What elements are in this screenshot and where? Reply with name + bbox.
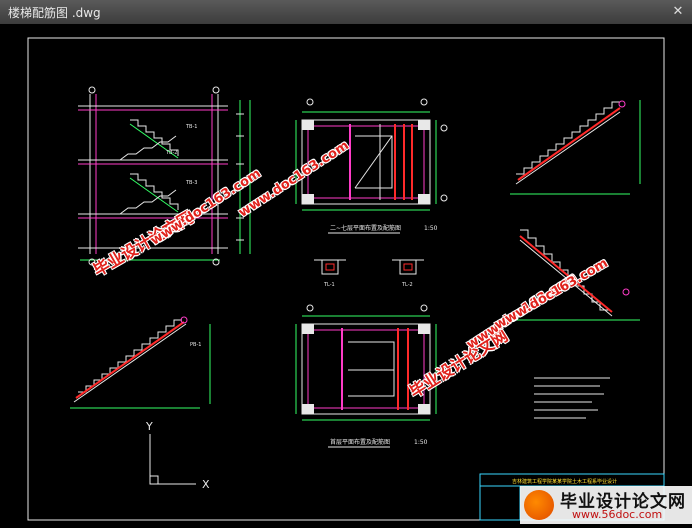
- ground-plan-caption: 首层平面布置及配筋图: [330, 438, 390, 446]
- section-label-tb3: TB-3: [185, 180, 197, 186]
- section-label-tb2: TB-2: [165, 150, 177, 156]
- ucs-x-label: X: [202, 478, 210, 491]
- section-label-tb1: TB-1: [185, 124, 197, 130]
- ucs-icon: [149, 434, 196, 485]
- upper-plan-caption: 二~七层平面布置及配筋图: [330, 224, 401, 232]
- brand-watermark: 毕业设计论文网 www.56doc.com: [520, 486, 692, 524]
- brand-logo-icon: [524, 490, 554, 520]
- stair-flight-detail-upper: [510, 100, 641, 195]
- close-icon[interactable]: ✕: [670, 4, 686, 20]
- stair-flight-detail-long: [70, 316, 211, 409]
- design-notes: [534, 377, 610, 419]
- ground-plan-scale: 1:50: [414, 439, 428, 446]
- ground-floor-plan: [295, 304, 437, 421]
- section-label-tl2: TL-2: [401, 282, 413, 288]
- section-label-tl1: TL-1: [323, 282, 335, 288]
- title-block-text: 吉林建筑工程学院某某学院土木工程系毕业设计: [512, 478, 617, 485]
- title-bar: 楼梯配筋图 .dwg ✕: [0, 0, 692, 25]
- brand-url: www.56doc.com: [572, 508, 663, 521]
- ucs-y-label: Y: [145, 420, 153, 433]
- drawing-canvas[interactable]: TB-1 TB-2 TB-3 二~七层平面布置及配筋图 1:50 TL-1 TL…: [0, 24, 692, 524]
- beam-sections: [314, 259, 424, 275]
- upper-plan-scale: 1:50: [424, 225, 438, 232]
- section-label-pb1: PB-1: [190, 342, 201, 348]
- window-title: 楼梯配筋图 .dwg: [8, 6, 101, 20]
